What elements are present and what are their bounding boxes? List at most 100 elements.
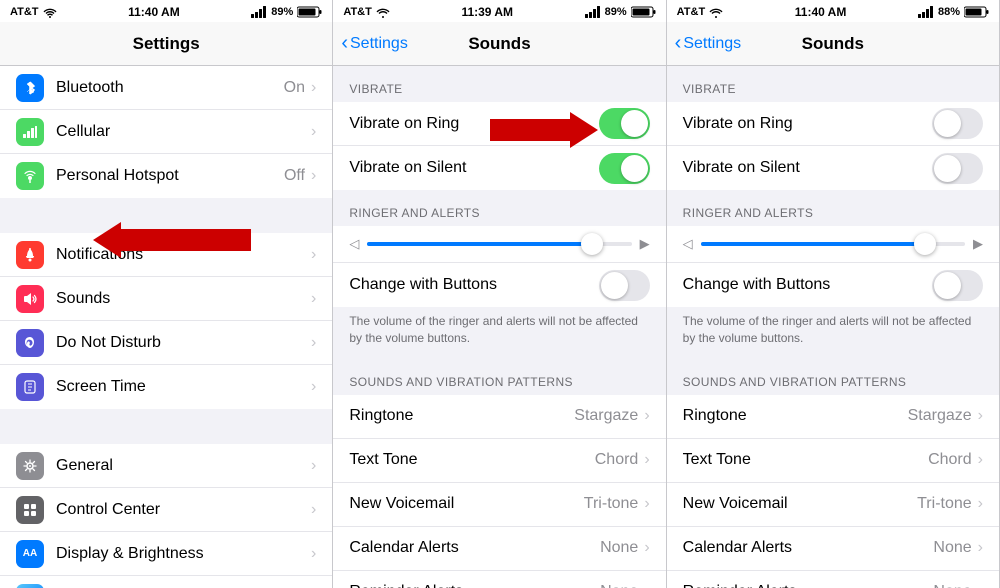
hotspot-symbol bbox=[22, 168, 38, 184]
voicemail-label-3: New Voicemail bbox=[683, 495, 917, 513]
vibrate-ring-item-3[interactable]: Vibrate on Ring bbox=[667, 102, 999, 146]
displaybrightness-chevron: › bbox=[311, 545, 316, 563]
vibrate-silent-knob-3 bbox=[934, 155, 961, 182]
ringtone-item-3[interactable]: Ringtone Stargaze › bbox=[667, 395, 999, 439]
battery-icon-2 bbox=[631, 6, 656, 18]
nav-back-2[interactable]: ‹ Settings bbox=[341, 34, 407, 53]
calendar-item-3[interactable]: Calendar Alerts None › bbox=[667, 527, 999, 571]
nav-title-sounds-before: Sounds bbox=[468, 34, 530, 54]
slider-thumb-2[interactable] bbox=[581, 233, 603, 255]
change-buttons-toggle-2[interactable] bbox=[599, 270, 650, 301]
slider-track-3[interactable] bbox=[701, 242, 965, 246]
bluetooth-symbol bbox=[22, 80, 38, 96]
voicemail-value-2: Tri-tone bbox=[584, 495, 639, 513]
change-buttons-label-2: Change with Buttons bbox=[349, 276, 598, 294]
change-buttons-item-3[interactable]: Change with Buttons bbox=[667, 263, 999, 307]
settings-item-wallpaper[interactable]: Wallpaper › bbox=[0, 576, 332, 588]
calendar-item-2[interactable]: Calendar Alerts None › bbox=[333, 527, 665, 571]
volume-min-icon-3: ◁ bbox=[683, 236, 693, 252]
battery-2: 89% bbox=[605, 6, 627, 18]
calendar-value-2: None bbox=[600, 539, 638, 557]
settings-item-general[interactable]: General › bbox=[0, 444, 332, 488]
volume-max-icon-3: ▶ bbox=[973, 236, 983, 252]
carrier-1: AT&T bbox=[10, 6, 39, 18]
voicemail-item-3[interactable]: New Voicemail Tri-tone › bbox=[667, 483, 999, 527]
nav-title-sounds-after: Sounds bbox=[802, 34, 864, 54]
change-buttons-label-3: Change with Buttons bbox=[683, 276, 932, 294]
settings-item-screentime[interactable]: Screen Time › bbox=[0, 365, 332, 409]
settings-item-hotspot[interactable]: Personal Hotspot Off › bbox=[0, 154, 332, 198]
carrier-3: AT&T bbox=[677, 6, 706, 18]
vibrate-silent-toggle-3[interactable] bbox=[932, 153, 983, 184]
texttone-item-2[interactable]: Text Tone Chord › bbox=[333, 439, 665, 483]
change-buttons-item-2[interactable]: Change with Buttons bbox=[333, 263, 665, 307]
cellular-chevron: › bbox=[311, 123, 316, 141]
panel-settings: AT&T 11:40 AM 89% bbox=[0, 0, 333, 588]
slider-thumb-3[interactable] bbox=[914, 233, 936, 255]
ringtone-label-3: Ringtone bbox=[683, 407, 908, 425]
voicemail-item-2[interactable]: New Voicemail Tri-tone › bbox=[333, 483, 665, 527]
displaybrightness-label: Display & Brightness bbox=[56, 545, 311, 563]
donotdisturb-symbol bbox=[22, 335, 38, 351]
settings-item-bluetooth[interactable]: Bluetooth On › bbox=[0, 66, 332, 110]
battery-icon-3 bbox=[964, 6, 989, 18]
status-bar-2: AT&T 11:39 AM 89% bbox=[333, 0, 665, 22]
screentime-label: Screen Time bbox=[56, 378, 311, 396]
status-bar-3: AT&T 11:40 AM 88% bbox=[667, 0, 999, 22]
reminder-item-3[interactable]: Reminder Alerts None › bbox=[667, 571, 999, 588]
settings-item-controlcenter[interactable]: Control Center › bbox=[0, 488, 332, 532]
calendar-value-3: None bbox=[933, 539, 971, 557]
settings-item-sounds[interactable]: Sounds › bbox=[0, 277, 332, 321]
voicemail-chevron-3: › bbox=[978, 495, 983, 513]
notifications-symbol bbox=[22, 247, 38, 263]
ringer-group-2: ◁ ▶ Change with Buttons bbox=[333, 226, 665, 307]
time-1: 11:40 AM bbox=[128, 5, 180, 19]
vibrate-ring-toggle-2[interactable] bbox=[599, 108, 650, 139]
change-buttons-toggle-3[interactable] bbox=[932, 270, 983, 301]
cellular-label: Cellular bbox=[56, 123, 311, 141]
settings-group-1: Bluetooth On › Cellular › bbox=[0, 66, 332, 198]
settings-item-notifications[interactable]: Notifications › bbox=[0, 233, 332, 277]
sounds-chevron: › bbox=[311, 290, 316, 308]
volume-slider-2[interactable]: ◁ ▶ bbox=[333, 226, 665, 263]
vibrate-silent-item-3[interactable]: Vibrate on Silent bbox=[667, 146, 999, 190]
calendar-chevron-3: › bbox=[978, 539, 983, 557]
volume-slider-3[interactable]: ◁ ▶ bbox=[667, 226, 999, 263]
controlcenter-icon-container bbox=[16, 496, 44, 524]
vibrate-silent-knob-2 bbox=[621, 155, 648, 182]
donotdisturb-chevron: › bbox=[311, 334, 316, 352]
nav-back-3[interactable]: ‹ Settings bbox=[675, 34, 741, 53]
status-right-1: 89% bbox=[251, 6, 322, 18]
texttone-item-3[interactable]: Text Tone Chord › bbox=[667, 439, 999, 483]
texttone-label-2: Text Tone bbox=[349, 451, 594, 469]
nav-bar-sounds-before: ‹ Settings Sounds bbox=[333, 22, 665, 66]
vibrate-silent-item-2[interactable]: Vibrate on Silent bbox=[333, 146, 665, 190]
settings-item-displaybrightness[interactable]: AA Display & Brightness › bbox=[0, 532, 332, 576]
texttone-chevron-3: › bbox=[978, 451, 983, 469]
texttone-value-3: Chord bbox=[928, 451, 972, 469]
ringer-header-2: RINGER AND ALERTS bbox=[333, 190, 665, 226]
ringtone-chevron-2: › bbox=[644, 407, 649, 425]
back-label-3: Settings bbox=[683, 35, 741, 53]
reminder-label-3: Reminder Alerts bbox=[683, 583, 934, 588]
vibrate-ring-toggle-3[interactable] bbox=[932, 108, 983, 139]
vibrate-silent-toggle-2[interactable] bbox=[599, 153, 650, 184]
vibrate-ring-item-2[interactable]: Vibrate on Ring bbox=[333, 102, 665, 146]
reminder-value-3: None bbox=[933, 583, 971, 588]
voicemail-chevron-2: › bbox=[644, 495, 649, 513]
texttone-value-2: Chord bbox=[595, 451, 639, 469]
settings-item-donotdisturb[interactable]: Do Not Disturb › bbox=[0, 321, 332, 365]
slider-track-2[interactable] bbox=[367, 242, 631, 246]
patterns-group-3: Ringtone Stargaze › Text Tone Chord › Ne… bbox=[667, 395, 999, 588]
vibrate-ring-knob-2 bbox=[621, 110, 648, 137]
general-symbol bbox=[22, 458, 38, 474]
time-2: 11:39 AM bbox=[461, 5, 513, 19]
settings-item-cellular[interactable]: Cellular › bbox=[0, 110, 332, 154]
chevron-left-2: ‹ bbox=[341, 33, 348, 53]
cellular-symbol bbox=[22, 124, 38, 140]
ringtone-item-2[interactable]: Ringtone Stargaze › bbox=[333, 395, 665, 439]
ringtone-value-3: Stargaze bbox=[908, 407, 972, 425]
ringer-group-3: ◁ ▶ Change with Buttons bbox=[667, 226, 999, 307]
reminder-item-2[interactable]: Reminder Alerts None › bbox=[333, 571, 665, 588]
sounds-label: Sounds bbox=[56, 290, 311, 308]
